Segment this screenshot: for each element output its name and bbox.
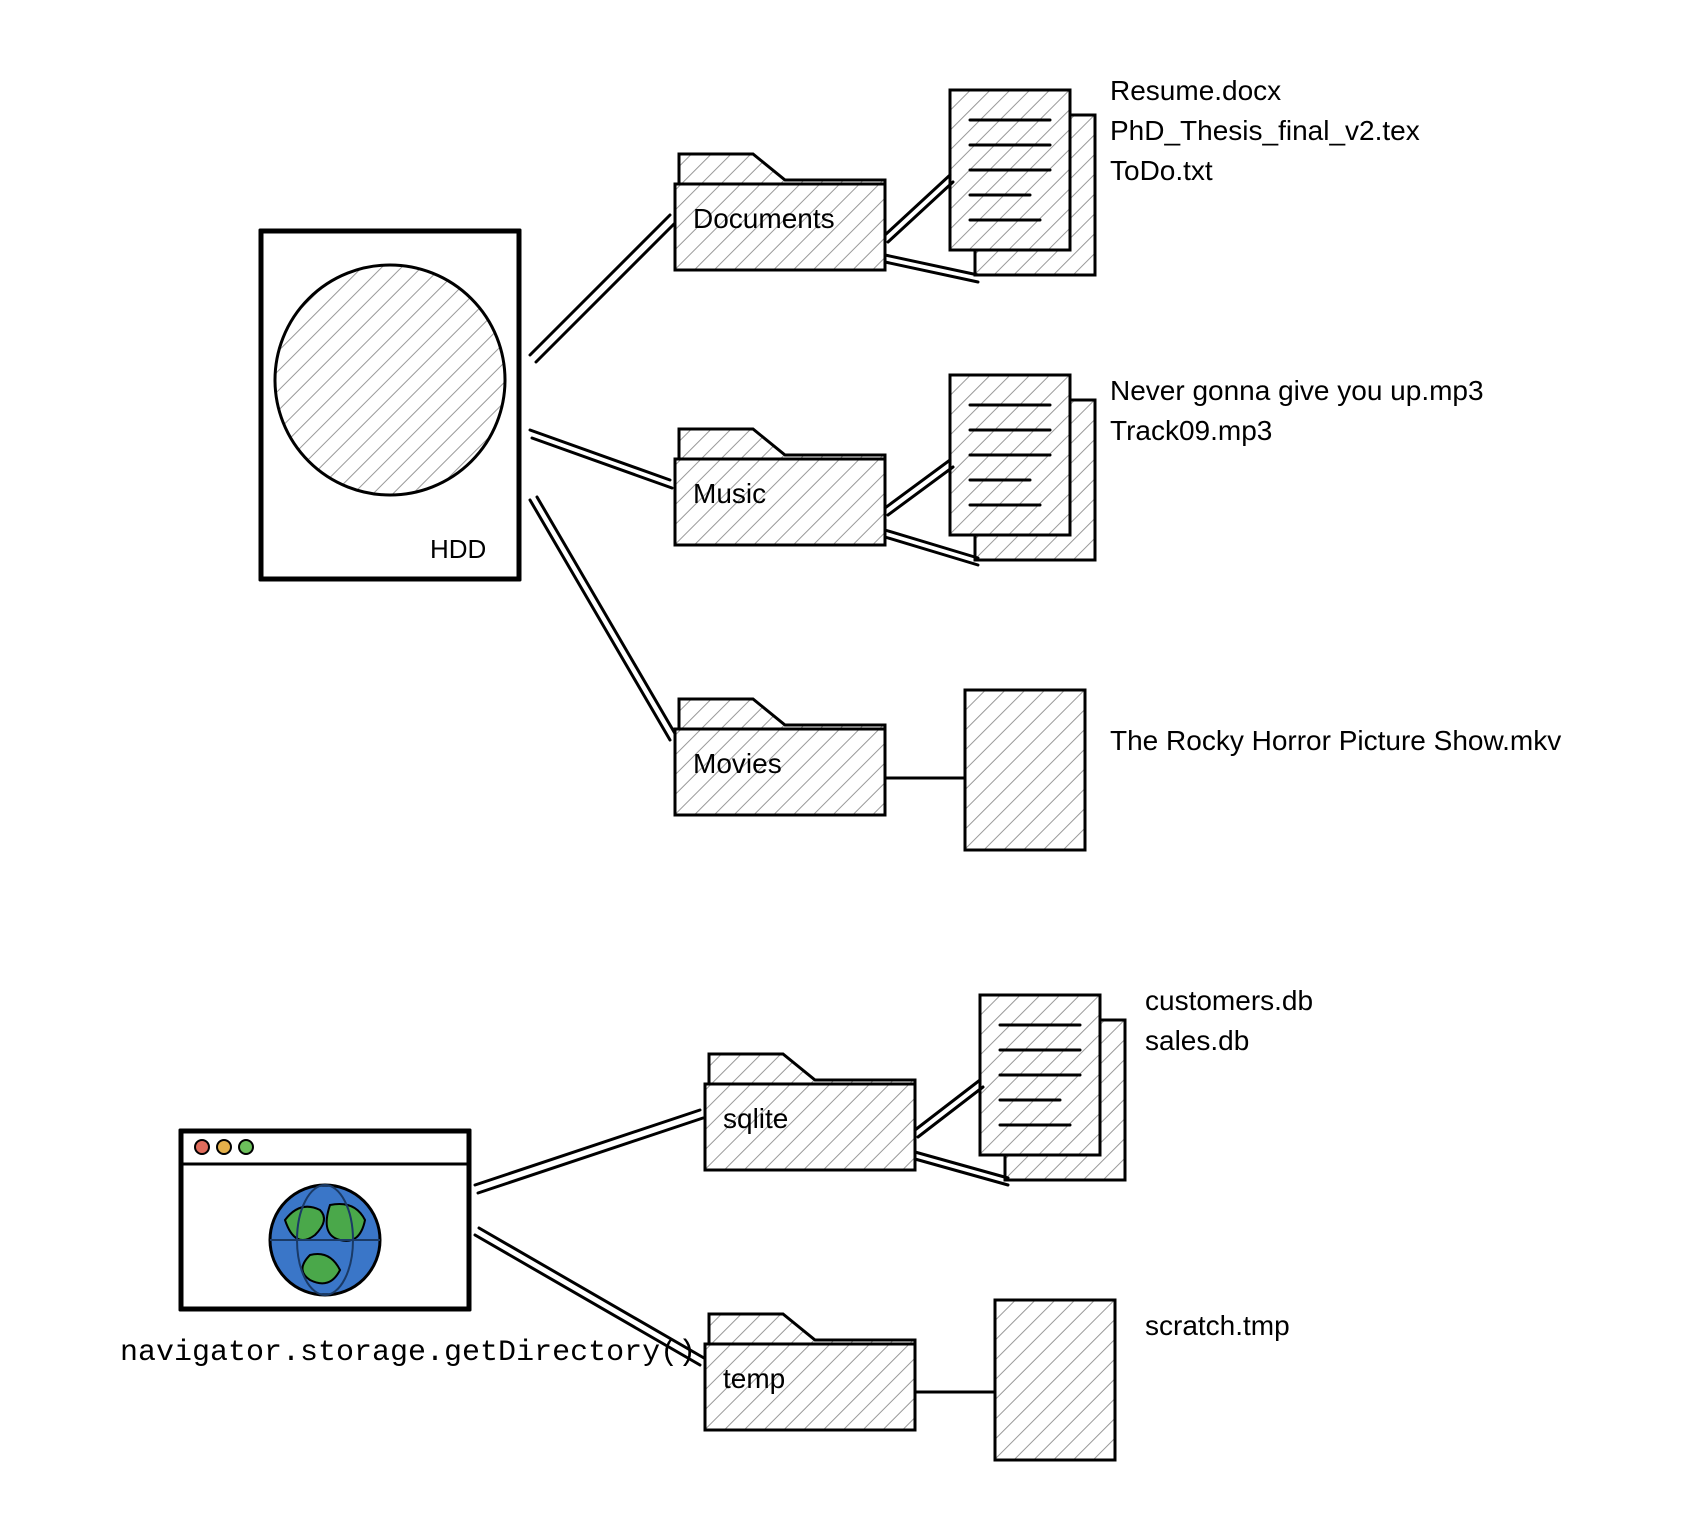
file-name: Resume.docx [1110,75,1281,106]
documents-file-stack [950,90,1095,275]
filesystem-diagram: HDD Documents Resume.docx PhD_Thesis_fin… [0,0,1686,1522]
movies-file-stack [965,690,1085,850]
folder-documents: Documents [675,154,885,270]
file-name: The Rocky Horror Picture Show.mkv [1110,725,1561,756]
music-file-stack [950,375,1095,560]
folder-music: Music [675,429,885,545]
hdd-connectors [530,215,677,740]
temp-file-list: scratch.tmp [1145,1310,1290,1341]
folder-label: sqlite [723,1103,788,1134]
sqlite-file-list: customers.db sales.db [1145,985,1313,1056]
folder-label: Documents [693,203,835,234]
folder-movies: Movies [675,699,885,815]
file-name: ToDo.txt [1110,155,1213,186]
folder-label: temp [723,1363,785,1394]
folder-temp: temp [705,1314,915,1430]
file-name: PhD_Thesis_final_v2.tex [1110,115,1420,146]
file-name: sales.db [1145,1025,1249,1056]
folder-label: Music [693,478,766,509]
movies-file-list: The Rocky Horror Picture Show.mkv [1110,725,1561,756]
file-name: Never gonna give you up.mp3 [1110,375,1484,406]
browser-window-icon [180,1130,470,1310]
documents-file-list: Resume.docx PhD_Thesis_final_v2.tex ToDo… [1110,75,1420,186]
file-name: customers.db [1145,985,1313,1016]
hdd-icon: HDD [260,230,520,580]
browser-connectors [475,1110,704,1365]
sqlite-file-stack [980,995,1125,1180]
folder-label: Movies [693,748,782,779]
globe-icon [270,1185,380,1295]
file-name: scratch.tmp [1145,1310,1290,1341]
music-file-list: Never gonna give you up.mp3 Track09.mp3 [1110,375,1484,446]
browser-api-label: navigator.storage.getDirectory() [120,1336,696,1370]
hdd-label: HDD [430,534,486,564]
temp-file-stack [995,1300,1115,1460]
file-name: Track09.mp3 [1110,415,1272,446]
folder-sqlite: sqlite [705,1054,915,1170]
